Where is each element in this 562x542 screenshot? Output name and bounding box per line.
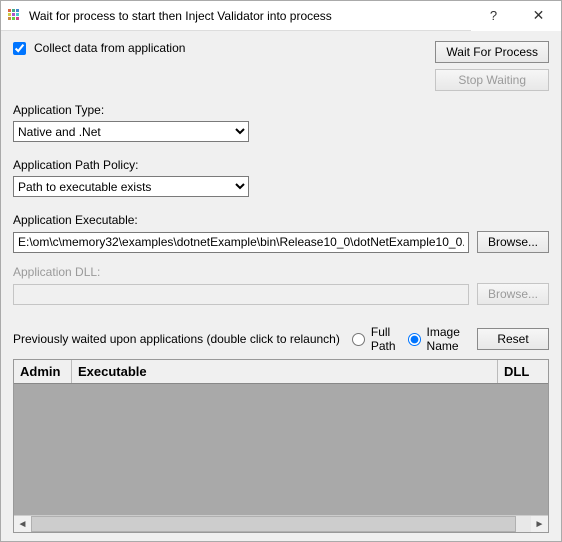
collect-data-checkbox[interactable] [13, 42, 26, 55]
collect-data-label: Collect data from application [34, 41, 185, 55]
image-name-radio-label[interactable]: Image Name [402, 325, 465, 353]
title-bar: Wait for process to start then Inject Va… [1, 1, 561, 31]
reset-button[interactable]: Reset [477, 328, 549, 350]
app-type-select[interactable]: Native and .Net [13, 121, 249, 142]
app-icon [7, 8, 23, 24]
full-path-radio-text: Full Path [371, 325, 396, 353]
app-dll-input [13, 284, 469, 305]
dialog-window: Wait for process to start then Inject Va… [0, 0, 562, 542]
scroll-track[interactable] [31, 516, 531, 532]
help-button[interactable]: ? [471, 1, 516, 31]
collect-data-checkbox-row[interactable]: Collect data from application [13, 41, 435, 55]
grid-col-dll[interactable]: DLL [498, 360, 548, 383]
app-path-policy-label: Application Path Policy: [13, 158, 549, 172]
scroll-thumb[interactable] [31, 516, 516, 532]
close-button[interactable]: ✕ [516, 1, 561, 31]
app-type-label: Application Type: [13, 103, 549, 117]
window-title: Wait for process to start then Inject Va… [29, 9, 471, 23]
scroll-left-arrow-icon[interactable]: ◄ [14, 516, 31, 533]
stop-waiting-button: Stop Waiting [435, 69, 549, 91]
app-executable-label: Application Executable: [13, 213, 549, 227]
browse-dll-button: Browse... [477, 283, 549, 305]
previous-apps-grid[interactable]: Admin Executable DLL ◄ ► [13, 359, 549, 533]
grid-col-admin[interactable]: Admin [14, 360, 72, 383]
grid-col-executable[interactable]: Executable [72, 360, 498, 383]
dialog-body: Collect data from application Wait For P… [1, 31, 561, 541]
full-path-radio[interactable] [352, 333, 365, 346]
wait-for-process-button[interactable]: Wait For Process [435, 41, 549, 63]
image-name-radio[interactable] [408, 333, 421, 346]
scroll-right-arrow-icon[interactable]: ► [531, 516, 548, 533]
app-path-policy-select[interactable]: Path to executable exists [13, 176, 249, 197]
app-executable-input[interactable] [13, 232, 469, 253]
browse-executable-button[interactable]: Browse... [477, 231, 549, 253]
grid-body [14, 384, 548, 515]
previous-apps-label: Previously waited upon applications (dou… [13, 332, 340, 346]
image-name-radio-text: Image Name [427, 325, 465, 353]
grid-header: Admin Executable DLL [14, 360, 548, 384]
grid-horizontal-scrollbar[interactable]: ◄ ► [14, 515, 548, 532]
full-path-radio-label[interactable]: Full Path [346, 325, 396, 353]
app-dll-label: Application DLL: [13, 265, 549, 279]
